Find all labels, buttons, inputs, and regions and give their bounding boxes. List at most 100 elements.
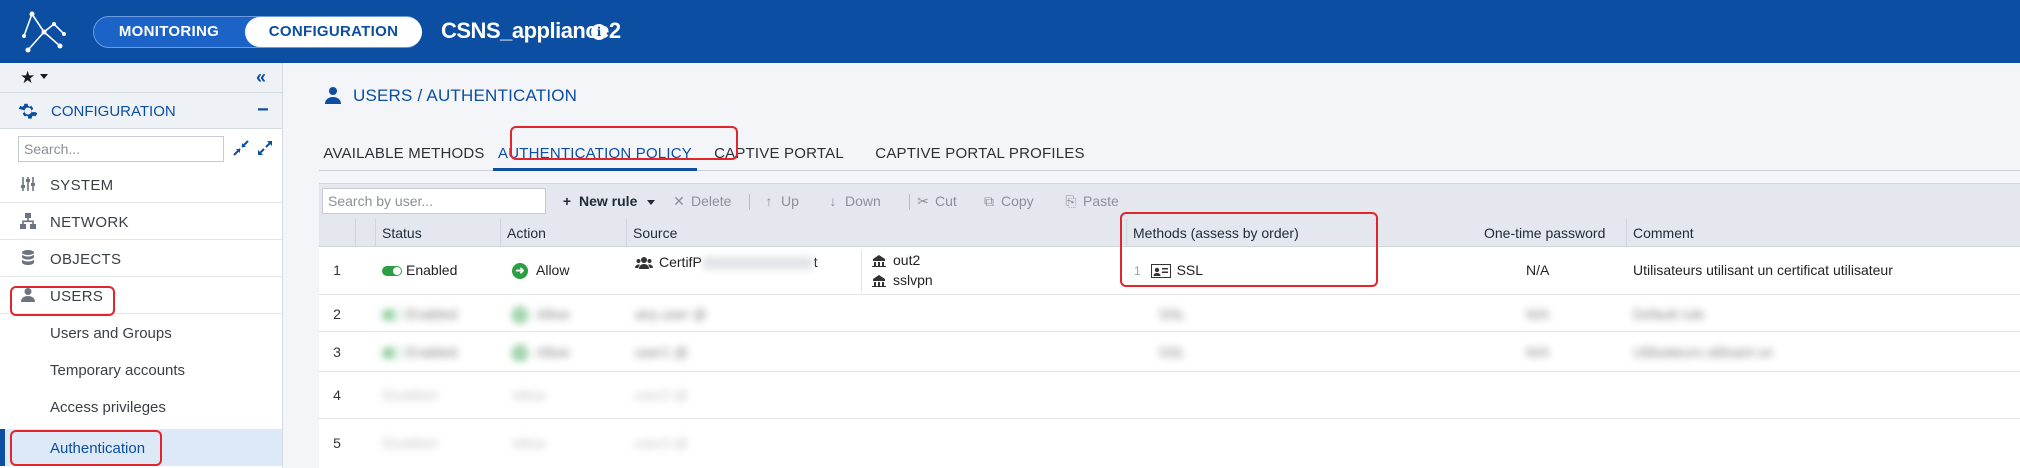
sidebar-subitem-label: Users and Groups <box>50 325 172 342</box>
method-text: SSL <box>1176 262 1204 278</box>
move-up-button[interactable]: ↑ Up <box>761 193 799 209</box>
column-header-source[interactable]: Source <box>626 219 1126 247</box>
allow-arrow-icon: ➜ <box>512 345 528 362</box>
sidebar-subitem-label: Authentication <box>50 440 146 457</box>
chevron-down-icon <box>647 199 656 205</box>
sidebar-search-input[interactable] <box>18 136 224 162</box>
arrow-down-icon: ↓ <box>829 193 837 209</box>
status-cell[interactable]: Enabled <box>382 262 457 278</box>
star-icon[interactable]: ★ <box>20 68 35 88</box>
down-label: Down <box>845 193 881 209</box>
source-suffix: t <box>813 254 818 270</box>
users-group-icon <box>635 257 653 270</box>
sidebar-item-label: SYSTEM <box>50 177 114 194</box>
source-text: CertifP <box>659 254 702 270</box>
page-title-text: USERS / AUTHENTICATION <box>353 86 578 105</box>
comment-cell: Utilisateurs utilisant un certificat uti… <box>1633 262 1893 278</box>
toolbar-divider <box>909 194 910 210</box>
delete-button[interactable]: ✕ Delete <box>671 193 731 210</box>
paste-label: Paste <box>1083 193 1119 209</box>
chevron-down-icon[interactable] <box>40 74 48 79</box>
status-text: Enabled <box>406 344 458 360</box>
status-cell[interactable]: Enabled <box>382 344 457 360</box>
collapse-section-icon[interactable]: − <box>257 99 269 122</box>
interface-text: sslvpn <box>893 272 933 288</box>
user-search-input[interactable] <box>322 188 546 214</box>
status-cell[interactable]: Disabled <box>382 387 436 403</box>
network-icon <box>20 213 36 229</box>
status-cell[interactable]: Disabled <box>382 435 436 451</box>
row-number: 2 <box>333 306 341 322</box>
allow-arrow-icon: ➜ <box>512 307 528 324</box>
gear-icon <box>18 103 38 119</box>
arrow-up-icon: ↑ <box>765 193 773 209</box>
comment-cell: Utilisateurs utilisant un <box>1633 344 1774 360</box>
row-number: 5 <box>333 435 341 451</box>
column-header-comment[interactable]: Comment <box>1626 219 2020 247</box>
table-row[interactable]: 1 Enabled ➜ Allow CertifP t out2 sslvpn 1 <box>319 247 2020 295</box>
interface-icon <box>872 275 886 288</box>
tab-captive-portal-profiles[interactable]: CAPTIVE PORTAL PROFILES <box>875 137 1085 171</box>
copy-button[interactable]: ⧉ Copy <box>981 193 1034 210</box>
methods-cell: SSL <box>1159 344 1186 360</box>
methods-cell: SSL <box>1159 306 1186 322</box>
new-rule-label: New rule <box>579 193 638 209</box>
tab-captive-portal[interactable]: CAPTIVE PORTAL <box>709 137 849 171</box>
column-header-otp[interactable]: One-time password <box>1434 219 1605 247</box>
action-cell: Allow <box>512 387 546 403</box>
table-row[interactable]: 3 Enabled ➜ Allow user1 @ SSL N/A Utilisa… <box>319 332 2020 372</box>
status-cell[interactable]: Enabled <box>382 306 457 322</box>
table-row[interactable]: 2 Enabled ➜ Allow any user @ SSL N/A Defa… <box>319 295 2020 332</box>
tab-bar: AVAILABLE METHODS AUTHENTICATION POLICY … <box>319 137 2020 171</box>
sidebar-item-system[interactable]: SYSTEM <box>0 166 282 203</box>
app-logo-icon[interactable] <box>18 6 68 56</box>
sidebar-item-objects[interactable]: OBJECTS <box>0 240 282 277</box>
toolbar-divider <box>749 194 750 210</box>
action-text: Allow <box>536 344 570 360</box>
row-number: 1 <box>333 262 341 278</box>
sidebar-subitem-access-privileges[interactable]: Access privileges <box>0 388 282 425</box>
info-icon[interactable]: i <box>591 24 607 40</box>
row-number: 4 <box>333 387 341 403</box>
cut-button[interactable]: ✂ Cut <box>915 193 957 210</box>
sidebar-item-label: USERS <box>50 288 104 305</box>
source-cell: user3 @ <box>635 435 689 451</box>
action-cell: Allow <box>512 435 546 451</box>
main-content: USERS / AUTHENTICATION AVAILABLE METHODS… <box>283 63 2020 468</box>
move-down-button[interactable]: ↓ Down <box>825 193 881 209</box>
database-icon <box>22 250 34 265</box>
method-order: 1 <box>1134 264 1141 278</box>
action-text: Allow <box>536 262 570 278</box>
expand-all-icon[interactable] <box>256 139 274 157</box>
sidebar-subitem-users-and-groups[interactable]: Users and Groups <box>0 314 282 351</box>
table-row[interactable]: 4 Disabled Allow user2 @ <box>319 372 2020 419</box>
sidebar-item-users[interactable]: USERS <box>0 277 282 314</box>
plus-icon: + <box>562 193 572 209</box>
policy-grid: Status Action Source Methods (assess by … <box>319 219 2020 468</box>
monitoring-mode-button[interactable]: MONITORING <box>94 17 244 47</box>
table-row[interactable]: 5 Disabled Allow user3 @ <box>319 419 2020 468</box>
tab-available-methods[interactable]: AVAILABLE METHODS <box>319 137 489 171</box>
redacted-text <box>702 257 813 270</box>
column-header-methods[interactable]: Methods (assess by order) <box>1126 219 1434 247</box>
configuration-mode-button[interactable]: CONFIGURATION <box>245 17 422 47</box>
collapse-sidebar-icon[interactable]: « <box>256 67 266 88</box>
source-cell: any user @ <box>635 306 707 322</box>
paste-button[interactable]: ⎘ Paste <box>1063 193 1119 210</box>
up-label: Up <box>781 193 799 209</box>
source-cell: user2 @ <box>635 387 689 403</box>
action-text: Allow <box>536 306 570 322</box>
action-cell: ➜ Allow <box>512 344 570 362</box>
tab-authentication-policy[interactable]: AUTHENTICATION POLICY <box>493 137 697 171</box>
sidebar-item-network[interactable]: NETWORK <box>0 203 282 240</box>
methods-cell[interactable]: 1 SSL <box>1134 262 1204 279</box>
user-icon <box>21 288 35 302</box>
new-rule-button[interactable]: + New rule <box>559 193 656 209</box>
sidebar-subitem-authentication[interactable]: Authentication <box>0 429 282 466</box>
configuration-section-header[interactable]: CONFIGURATION − <box>0 93 282 129</box>
collapse-all-icon[interactable] <box>232 139 250 157</box>
column-header-action[interactable]: Action <box>500 219 626 247</box>
copy-label: Copy <box>1001 193 1034 209</box>
sidebar-subitem-temporary-accounts[interactable]: Temporary accounts <box>0 351 282 388</box>
column-header-status[interactable]: Status <box>375 219 500 247</box>
